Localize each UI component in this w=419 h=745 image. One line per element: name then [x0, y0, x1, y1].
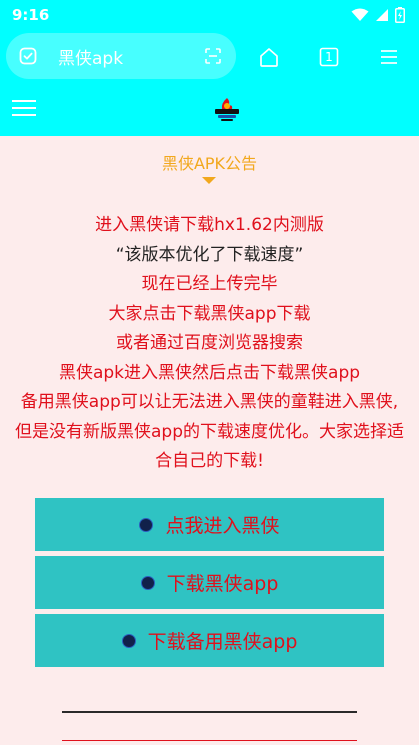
home-icon [260, 48, 278, 67]
notice-line: 现在已经上传完毕 [141, 274, 278, 294]
home-button[interactable] [255, 43, 283, 71]
notice-line: 大家点击下载黑侠app下载 [108, 303, 311, 324]
wifi-icon [351, 8, 369, 21]
battery-icon [395, 7, 405, 23]
notice-arrow-icon[interactable] [202, 177, 216, 184]
browser-menu-button[interactable] [375, 43, 403, 71]
notice-line: 进入黑侠请下载hx1.62内测版 [95, 215, 324, 235]
address-bar[interactable]: 黑侠apk [6, 33, 236, 79]
badge-icon [121, 633, 136, 648]
download-app-label: 下载黑侠app [166, 573, 279, 595]
signal-icon [376, 9, 388, 21]
download-backup-app-label: 下载备用黑侠app [147, 631, 298, 653]
logo-icon [215, 98, 239, 121]
scan-icon[interactable] [202, 45, 224, 67]
address-text: 黑侠apk [58, 48, 124, 69]
tab-count: 1 [325, 50, 333, 64]
tabs-button[interactable]: 1 [315, 43, 343, 71]
status-bar: 9:16 [0, 0, 419, 30]
browser-toolbar: 黑侠apk 1 [0, 30, 419, 84]
notice-line: 黑侠apk进入黑侠然后点击下载黑侠app [58, 362, 361, 383]
status-time: 9:16 [12, 6, 50, 24]
notice-line: 备用黑侠app可以让无法进入黑侠的童鞋进入黑侠,但是没有新版黑侠app的下载速度… [15, 392, 404, 471]
badge-icon [140, 575, 155, 590]
enter-site-label: 点我进入黑侠 [165, 515, 280, 537]
download-backup-app-button[interactable]: 下载备用黑侠app [35, 614, 384, 667]
menu-icon [381, 50, 397, 64]
notice-line: “该版本优化了下载速度” [115, 244, 304, 265]
notice-body: 进入黑侠请下载hx1.62内测版 “该版本优化了下载速度” 现在已经上传完毕 大… [14, 211, 405, 477]
site-header [0, 84, 419, 136]
status-icons [351, 7, 405, 23]
divider [62, 711, 357, 713]
hamburger-icon[interactable] [12, 98, 36, 118]
notice-line: 或者通过百度浏览器搜索 [116, 333, 303, 353]
badge-icon [139, 517, 154, 532]
enter-site-button[interactable]: 点我进入黑侠 [35, 498, 384, 551]
divider [62, 740, 357, 741]
download-app-button[interactable]: 下载黑侠app [35, 556, 384, 609]
shield-check-icon [19, 47, 37, 65]
notice-title: 黑侠APK公告 [161, 154, 258, 173]
